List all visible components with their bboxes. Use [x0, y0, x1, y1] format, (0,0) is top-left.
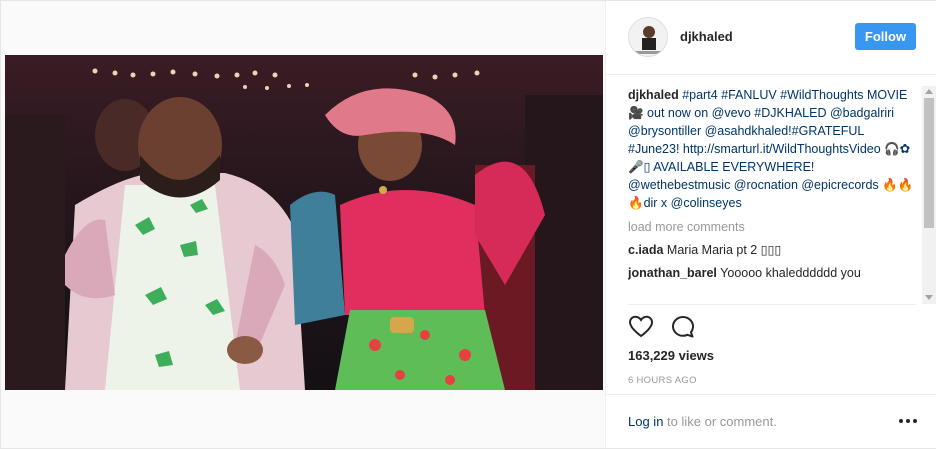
scroll-down-arrow-icon[interactable] [925, 295, 933, 300]
scroll-up-arrow-icon[interactable] [925, 89, 933, 94]
caption-username[interactable]: djkhaled [628, 88, 679, 102]
caption: djkhaled #part4 #FANLUV #WildThoughts MO… [628, 86, 918, 212]
comment-username[interactable]: jonathan_barel [628, 266, 717, 280]
more-options-icon[interactable] [899, 419, 917, 425]
avatar[interactable] [628, 17, 668, 57]
follow-button[interactable]: Follow [855, 23, 916, 50]
scrollbar-thumb[interactable] [924, 98, 934, 228]
media-pane [1, 1, 605, 448]
comment-text: Yooooo khaledddddd you [720, 266, 861, 280]
comments-scrollbar[interactable] [922, 86, 936, 304]
username-link[interactable]: djkhaled [680, 29, 733, 44]
comments-list: djkhaled #part4 #FANLUV #WildThoughts MO… [628, 86, 918, 304]
comment-username[interactable]: c.iada [628, 243, 663, 257]
post-timestamp[interactable]: 6 HOURS AGO [628, 375, 697, 386]
comment-item: c.iada Maria Maria pt 2 ▯▯▯ [628, 241, 918, 259]
view-count: 163,229 views [628, 348, 715, 363]
comment-text: Maria Maria pt 2 ▯▯▯ [666, 243, 782, 257]
post-sidebar: djkhaled Follow djkhaled #part4 #FANLUV … [605, 1, 936, 448]
like-button[interactable] [628, 314, 654, 340]
avatar-image [629, 18, 667, 56]
login-prompt-text: to like or comment. [663, 414, 777, 429]
caption-text-1: #part4 #FANLUV #WildThoughts MOVIE [682, 88, 908, 102]
comment-bubble-icon [672, 316, 694, 338]
heart-icon [628, 315, 654, 338]
video-player[interactable] [5, 55, 603, 390]
instagram-post: djkhaled Follow djkhaled #part4 #FANLUV … [0, 0, 936, 449]
camera-emoji-icon: 🎥 [628, 106, 644, 120]
post-footer: Log in to like or comment. [606, 394, 936, 448]
login-link[interactable]: Log in [628, 414, 663, 429]
caption-text-2: out now on @vevo #DJKHALED @badgalriri @… [628, 106, 914, 210]
comment-button[interactable] [670, 314, 696, 340]
post-header: djkhaled Follow [606, 1, 936, 75]
login-prompt: Log in to like or comment. [628, 414, 777, 429]
comment-item: jonathan_barel Yooooo khaledddddd you [628, 264, 918, 282]
divider [628, 304, 916, 305]
video-frame [5, 55, 603, 390]
load-more-comments-link[interactable]: load more comments [628, 218, 918, 236]
